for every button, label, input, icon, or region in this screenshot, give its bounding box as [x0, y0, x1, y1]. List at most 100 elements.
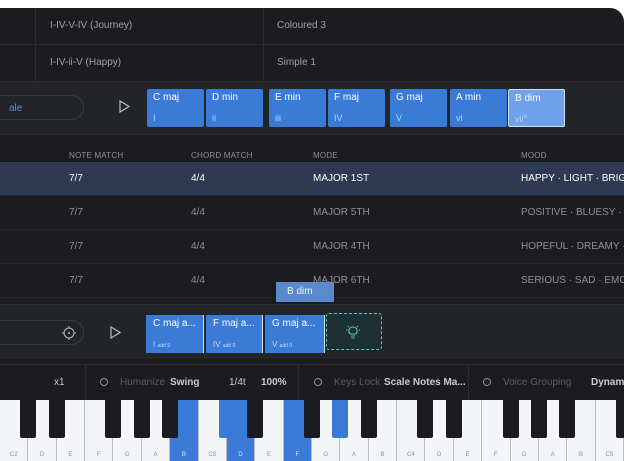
dynamics-value[interactable]: Dynami: [591, 365, 624, 400]
chord-name: D min: [212, 92, 239, 103]
table-row-selected[interactable]: 7/7 4/4 MAJOR 1ST HAPPY · LIGHT · BRIG: [0, 162, 624, 196]
key-label: C3: [208, 452, 217, 458]
key-label: C5: [605, 452, 614, 458]
chord-button[interactable]: G maj V: [390, 89, 447, 127]
key-label: D: [436, 452, 442, 458]
chord-roman: V add 9: [272, 340, 293, 349]
chord-palette: ale C maj I D min ii E min iii F maj IV G ma…: [0, 81, 624, 135]
key-label: F: [295, 452, 300, 458]
progression-chord[interactable]: F maj a... IV add 9: [206, 315, 263, 353]
chord-match: 4/4: [191, 173, 205, 184]
chord-name: A min: [456, 92, 482, 103]
multiplier[interactable]: x1: [54, 365, 65, 400]
swing-label[interactable]: Swing: [170, 365, 199, 400]
humanize-toggle-icon[interactable]: [100, 378, 108, 386]
black-key[interactable]: [616, 400, 624, 438]
mood: HAPPY · LIGHT · BRIG: [521, 173, 624, 184]
mode: MAJOR 5TH: [313, 207, 370, 218]
percent-value[interactable]: 100%: [261, 365, 287, 400]
progression-field[interactable]: [0, 320, 84, 345]
progression-chord[interactable]: C maj a... I add 9: [146, 315, 204, 353]
chord-roman: iii: [275, 113, 281, 123]
black-key[interactable]: [332, 400, 349, 438]
progression-row[interactable]: I-IV-ii-V (Happy) Simple 1: [0, 45, 624, 82]
divider: [263, 8, 264, 81]
play-icon[interactable]: [110, 325, 122, 344]
rate-value[interactable]: 1/4t: [229, 365, 246, 400]
chord-match: 4/4: [191, 207, 205, 218]
black-key[interactable]: [417, 400, 434, 438]
black-key[interactable]: [20, 400, 37, 438]
key-label: A: [153, 452, 158, 458]
chord-name: C maj: [153, 92, 180, 103]
chord-name: E min: [275, 92, 301, 103]
chord-name: C maj a...: [153, 318, 196, 329]
key-label: F: [96, 452, 101, 458]
black-key[interactable]: [559, 400, 576, 438]
black-key[interactable]: [105, 400, 122, 438]
progression-editor: C maj a... I add 9 F maj a... IV add 9 G m…: [0, 304, 624, 359]
note-match: 7/7: [69, 241, 83, 252]
mode: MAJOR 1ST: [313, 173, 370, 184]
key-label: C2: [9, 452, 18, 458]
piano-keyboard[interactable]: C2DEFGABC3DEFGABC4DEFGABC5D: [0, 400, 624, 461]
chord-match: 4/4: [191, 275, 205, 286]
black-key[interactable]: [133, 400, 150, 438]
dragged-chord[interactable]: B dim: [276, 282, 334, 302]
chord-button[interactable]: D min ii: [206, 89, 263, 127]
key-label: A: [550, 452, 555, 458]
black-key[interactable]: [162, 400, 179, 438]
divider: [468, 365, 469, 400]
black-key[interactable]: [247, 400, 264, 438]
key-label: A: [352, 452, 357, 458]
keys-lock-toggle-icon[interactable]: [314, 378, 322, 386]
chord-button-selected[interactable]: B dim viio: [508, 89, 565, 127]
progression-chord[interactable]: G maj a... V add 9: [265, 315, 325, 353]
chord-roman: I add 9: [153, 340, 170, 349]
black-key[interactable]: [445, 400, 462, 438]
chord-name: F maj: [334, 92, 359, 103]
chord-button[interactable]: C maj I: [147, 89, 204, 127]
chord-name: G maj a...: [272, 318, 316, 329]
key-label: B: [578, 452, 583, 458]
chord-name: F maj a...: [213, 318, 255, 329]
key-label: G: [323, 452, 329, 458]
chord-name: G maj: [396, 92, 423, 103]
black-key[interactable]: [530, 400, 547, 438]
app-window: I-IV-V-IV (Journey) Coloured 3 I-IV-ii-V…: [0, 8, 624, 461]
black-key[interactable]: [218, 400, 235, 438]
key-label: G: [521, 452, 527, 458]
table-row[interactable]: 7/7 4/4 MAJOR 5TH POSITIVE · BLUESY · I: [0, 196, 624, 230]
table-row[interactable]: 7/7 4/4 MAJOR 4TH HOPEFUL · DREAMY ·: [0, 230, 624, 264]
chord-roman: IV: [334, 113, 343, 123]
keys-lock-label: Keys Lock: [334, 377, 381, 388]
voice-grouping-label: Voice Grouping: [503, 377, 572, 388]
scale-selector[interactable]: ale: [0, 95, 84, 120]
chord-roman: I: [153, 113, 156, 123]
black-key[interactable]: [304, 400, 320, 438]
key-label: B: [380, 452, 385, 458]
chord-button[interactable]: E min iii: [269, 89, 326, 127]
note-match: 7/7: [69, 173, 83, 184]
divider: [35, 8, 36, 81]
chord-match: 4/4: [191, 241, 205, 252]
key-label: D: [39, 452, 45, 458]
chord-roman: viio: [515, 114, 527, 124]
note-match: 7/7: [69, 275, 83, 286]
keys-lock-value[interactable]: Scale Notes Ma...: [384, 365, 466, 400]
progression-name: I-IV-V-IV (Journey): [50, 20, 133, 31]
drop-zone[interactable]: [326, 313, 382, 350]
toolbar: x1 Humanize Swing 1/4t 100% Keys Lock Sc…: [0, 364, 624, 400]
dial-icon[interactable]: [61, 325, 77, 346]
progression-row[interactable]: I-IV-V-IV (Journey) Coloured 3: [0, 8, 624, 45]
key-label: E: [465, 452, 470, 458]
voice-grouping-toggle-icon[interactable]: [483, 378, 491, 386]
black-key[interactable]: [502, 400, 519, 438]
chord-button[interactable]: A min vi: [450, 89, 507, 127]
black-key[interactable]: [48, 400, 65, 438]
chord-button[interactable]: F maj IV: [328, 89, 385, 127]
chord-roman: ii: [212, 113, 216, 123]
note-match: 7/7: [69, 207, 83, 218]
humanize-label: Humanize: [120, 377, 166, 388]
black-key[interactable]: [360, 400, 377, 438]
